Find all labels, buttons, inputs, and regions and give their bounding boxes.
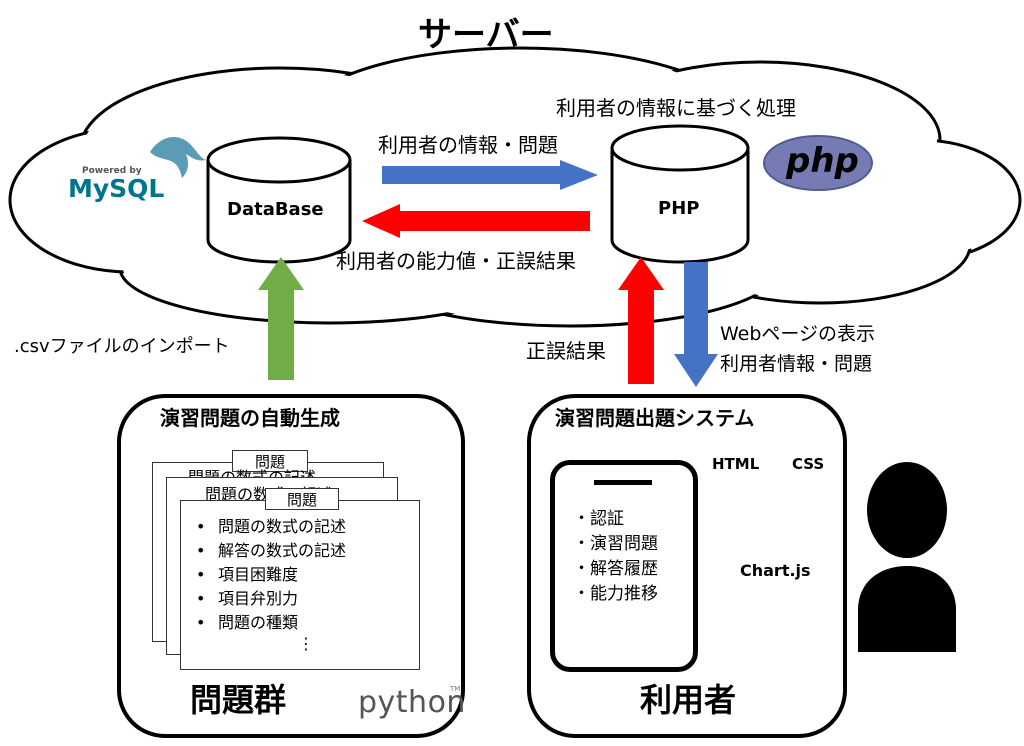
mysql-logo-text: MySQL [68, 174, 165, 203]
server-title: サーバー [418, 15, 554, 55]
list-item: 問題の数式の記述 [196, 515, 346, 539]
css-label: CSS [792, 455, 825, 473]
html-label: HTML [712, 455, 760, 473]
list-item: 能力推移 [573, 582, 658, 607]
list-item: 項目弁別力 [196, 587, 346, 611]
correctness-label: 正誤結果 [526, 339, 606, 363]
list-ellipsis: ⋮ [298, 634, 314, 653]
user-info-label: 利用者情報・問題 [720, 353, 873, 375]
db-to-php-label: 利用者の情報・問題 [378, 133, 558, 157]
user-person-icon [858, 462, 956, 652]
css3-digit: 3 [801, 490, 825, 530]
list-item: 解答の数式の記述 [196, 539, 346, 563]
phone-speaker [594, 480, 652, 485]
problem-attribute-list: 問題の数式の記述 解答の数式の記述 項目困難度 項目弁別力 問題の種類 [196, 515, 346, 635]
list-item: 演習問題 [573, 532, 658, 557]
list-item: 項目困難度 [196, 563, 346, 587]
document-front-tab: 問題 [265, 488, 339, 510]
python-tm-mark: TM [450, 685, 461, 693]
html5-digit: 5 [729, 490, 753, 530]
php-process-label: 利用者の情報に基づく処理 [556, 96, 796, 120]
php-logo-text: php [786, 141, 859, 181]
php-to-db-label: 利用者の能力値・正誤結果 [336, 249, 576, 273]
system-feature-list: 認証 演習問題 解答履歴 能力推移 [573, 507, 658, 607]
list-item: 解答履歴 [573, 557, 658, 582]
chartjs-label: Chart.js [740, 561, 811, 580]
list-item: 問題の種類 [196, 611, 346, 635]
list-item: 認証 [573, 507, 658, 532]
user-label: 利用者 [640, 681, 737, 719]
php-cylinder [610, 124, 750, 264]
web-display-label: Webページの表示 [720, 323, 876, 345]
database-label: DataBase [227, 199, 324, 220]
php-label: PHP [658, 198, 700, 219]
system-panel-title: 演習問題出題システム [555, 406, 755, 430]
diagram-stage: サーバー 利用者の情報に基づく処理 Powered by MySQL php D… [0, 0, 1024, 746]
generation-panel-title: 演習問題の自動生成 [160, 406, 340, 430]
problem-group-label: 問題群 [190, 681, 287, 719]
csv-import-label: .csvファイルのインポート [14, 336, 230, 357]
